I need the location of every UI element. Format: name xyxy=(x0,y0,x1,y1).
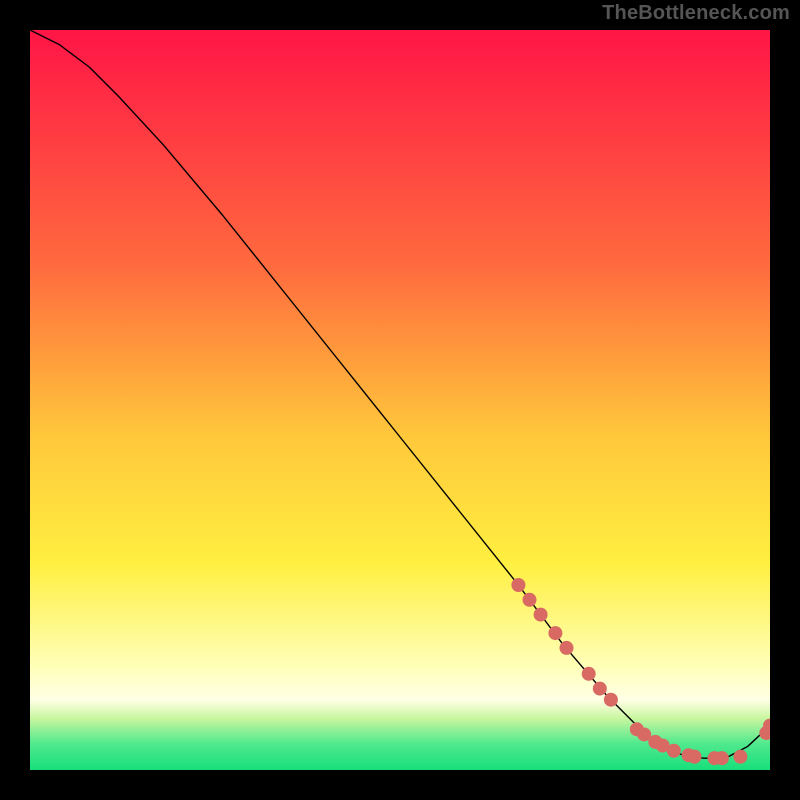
attribution-text: TheBottleneck.com xyxy=(602,2,790,25)
data-marker xyxy=(733,750,747,764)
gradient-background xyxy=(30,30,770,770)
chart-plot-area xyxy=(30,30,770,770)
data-marker xyxy=(604,693,618,707)
data-marker xyxy=(523,593,537,607)
data-marker xyxy=(688,750,702,764)
data-marker xyxy=(593,682,607,696)
data-marker xyxy=(548,626,562,640)
data-marker xyxy=(534,608,548,622)
chart-svg xyxy=(30,30,770,770)
data-marker xyxy=(560,641,574,655)
data-marker xyxy=(511,578,525,592)
data-marker xyxy=(582,667,596,681)
data-marker xyxy=(667,744,681,758)
chart-root: TheBottleneck.com xyxy=(0,0,800,800)
data-marker xyxy=(715,751,729,765)
